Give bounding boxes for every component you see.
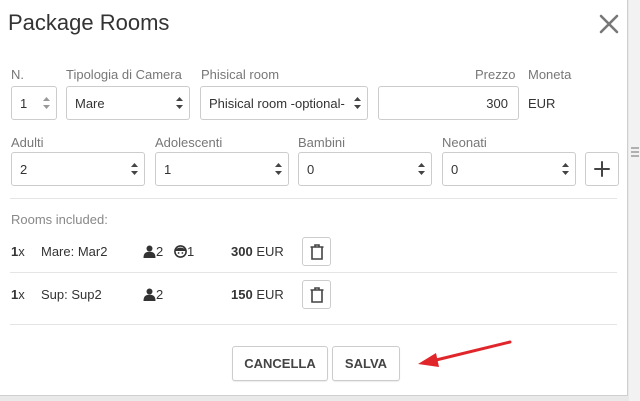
n-select[interactable]: 1: [11, 86, 57, 120]
phisical-room-select[interactable]: Phisical room -optional-: [200, 86, 368, 120]
room-qty-mult: x: [18, 244, 25, 259]
bambini-label: Bambini: [298, 135, 345, 150]
background-edge: [629, 0, 640, 401]
prezzo-input[interactable]: 300: [378, 86, 519, 120]
rooms-included-heading: Rooms included:: [11, 212, 108, 227]
trash-icon: [310, 287, 324, 303]
stepper-arrows-icon: [43, 96, 50, 110]
package-rooms-dialog: Package Rooms N. Tipologia di Camera Phi…: [0, 0, 628, 396]
room-price: 300 EUR: [231, 244, 284, 259]
save-button[interactable]: SALVA: [332, 346, 400, 381]
select-arrows-icon: [354, 96, 361, 110]
cancel-button[interactable]: CANCELLA: [232, 346, 328, 381]
tipologia-label: Tipologia di Camera: [66, 67, 182, 82]
select-arrows-icon: [418, 162, 425, 176]
teen-icon: [174, 245, 187, 258]
room-name: Sup: Sup2: [41, 287, 102, 302]
adults-count: 2: [143, 244, 163, 259]
select-arrows-icon: [562, 162, 569, 176]
adulti-select[interactable]: 2: [11, 152, 145, 186]
moneta-label: Moneta: [528, 67, 572, 82]
delete-room-button[interactable]: [302, 237, 331, 266]
divider: [10, 198, 617, 199]
background-icon: [630, 146, 640, 163]
neonati-label: Neonati: [442, 135, 487, 150]
close-icon[interactable]: [598, 12, 620, 40]
bambini-select[interactable]: 0: [298, 152, 432, 186]
user-icon: [143, 245, 156, 258]
room-qty-mult: x: [18, 287, 25, 302]
prezzo-label: Prezzo: [475, 67, 516, 82]
room-price: 150 EUR: [231, 287, 284, 302]
trash-icon: [310, 244, 324, 260]
dialog-title: Package Rooms: [8, 10, 170, 35]
moneta-value: EUR: [528, 96, 556, 111]
select-arrows-icon: [275, 162, 282, 176]
n-label: N.: [11, 67, 24, 82]
divider: [10, 272, 617, 273]
room-name: Mare: Mar2: [41, 244, 108, 259]
select-arrows-icon: [176, 96, 183, 110]
red-arrow-annotation: [418, 340, 512, 367]
adults-count: 2: [143, 287, 163, 302]
adolescenti-label: Adolescenti: [155, 135, 223, 150]
neonati-select[interactable]: 0: [442, 152, 576, 186]
adulti-label: Adulti: [11, 135, 44, 150]
teens-count: 1: [174, 244, 194, 259]
delete-room-button[interactable]: [302, 280, 331, 309]
divider: [10, 324, 617, 325]
user-icon: [143, 288, 156, 301]
phisical-room-label: Phisical room: [201, 67, 280, 82]
adolescenti-select[interactable]: 1: [155, 152, 289, 186]
tipologia-select[interactable]: Mare: [66, 86, 190, 120]
add-room-button[interactable]: [585, 152, 619, 186]
plus-icon: [594, 161, 610, 177]
select-arrows-icon: [131, 162, 138, 176]
